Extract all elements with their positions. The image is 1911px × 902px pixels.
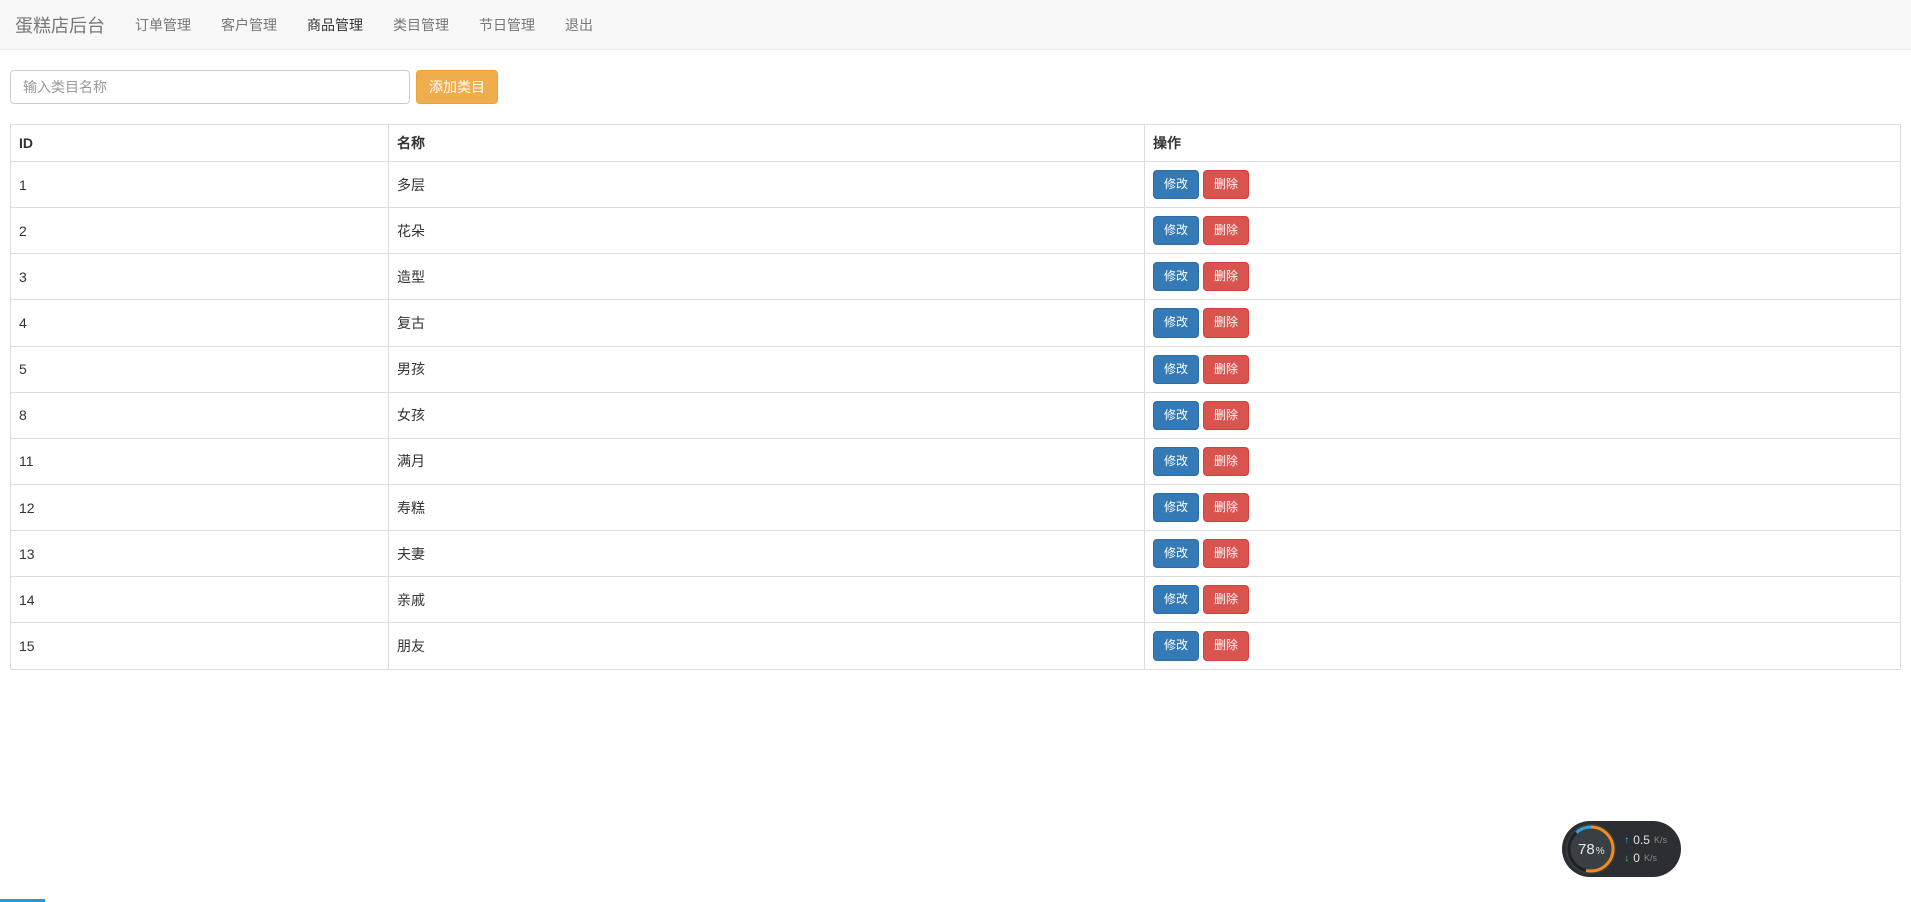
cell-name: 寿糕 — [389, 484, 1145, 530]
edit-button[interactable]: 修改 — [1153, 493, 1199, 522]
edit-button[interactable]: 修改 — [1153, 401, 1199, 430]
cell-action: 修改删除 — [1145, 162, 1901, 208]
cell-name: 夫妻 — [389, 531, 1145, 577]
table-row: 15朋友修改删除 — [11, 623, 1901, 669]
download-speed-row: ↓ 0 K/s — [1624, 851, 1667, 865]
table-row: 1多层修改删除 — [11, 162, 1901, 208]
edit-button[interactable]: 修改 — [1153, 447, 1199, 476]
edit-button[interactable]: 修改 — [1153, 170, 1199, 199]
table-row: 14亲戚修改删除 — [11, 577, 1901, 623]
gauge-ring-icon — [1566, 824, 1616, 874]
top-navbar: 蛋糕店后台 订单管理客户管理商品管理类目管理节日管理退出 — [0, 0, 1911, 50]
arrow-down-icon: ↓ — [1624, 853, 1629, 864]
cell-name: 朋友 — [389, 623, 1145, 669]
nav-item-3[interactable]: 类目管理 — [378, 0, 464, 50]
nav-item-4[interactable]: 节日管理 — [464, 0, 550, 50]
delete-button[interactable]: 删除 — [1203, 308, 1249, 337]
category-table: ID 名称 操作 1多层修改删除2花朵修改删除3造型修改删除4复古修改删除5男孩… — [10, 124, 1901, 670]
table-header-row: ID 名称 操作 — [11, 125, 1901, 162]
cell-id: 5 — [11, 346, 389, 392]
delete-button[interactable]: 删除 — [1203, 447, 1249, 476]
brand-title[interactable]: 蛋糕店后台 — [15, 12, 120, 38]
cell-name: 女孩 — [389, 392, 1145, 438]
edit-button[interactable]: 修改 — [1153, 262, 1199, 291]
edit-button[interactable]: 修改 — [1153, 585, 1199, 614]
cell-action: 修改删除 — [1145, 577, 1901, 623]
cell-id: 13 — [11, 531, 389, 577]
table-row: 4复古修改删除 — [11, 300, 1901, 346]
nav-menu: 订单管理客户管理商品管理类目管理节日管理退出 — [120, 0, 608, 50]
cell-id: 8 — [11, 392, 389, 438]
cell-id: 15 — [11, 623, 389, 669]
cell-id: 3 — [11, 254, 389, 300]
delete-button[interactable]: 删除 — [1203, 262, 1249, 291]
upload-speed-unit: K/s — [1654, 835, 1667, 845]
delete-button[interactable]: 删除 — [1203, 216, 1249, 245]
table-row: 5男孩修改删除 — [11, 346, 1901, 392]
table-row: 3造型修改删除 — [11, 254, 1901, 300]
cell-action: 修改删除 — [1145, 438, 1901, 484]
cell-name: 花朵 — [389, 208, 1145, 254]
cell-id: 2 — [11, 208, 389, 254]
category-name-input[interactable] — [10, 70, 410, 104]
cell-name: 多层 — [389, 162, 1145, 208]
table-row: 2花朵修改删除 — [11, 208, 1901, 254]
nav-item-1[interactable]: 客户管理 — [206, 0, 292, 50]
network-monitor-widget: 78% ↑ 0.5 K/s ↓ 0 K/s — [1562, 821, 1681, 877]
cell-action: 修改删除 — [1145, 623, 1901, 669]
cell-name: 满月 — [389, 438, 1145, 484]
table-row: 11满月修改删除 — [11, 438, 1901, 484]
delete-button[interactable]: 删除 — [1203, 401, 1249, 430]
upload-speed-value: 0.5 — [1633, 833, 1650, 847]
edit-button[interactable]: 修改 — [1153, 539, 1199, 568]
delete-button[interactable]: 删除 — [1203, 355, 1249, 384]
arrow-up-icon: ↑ — [1624, 835, 1629, 846]
nav-item-0[interactable]: 订单管理 — [120, 0, 206, 50]
table-row: 8女孩修改删除 — [11, 392, 1901, 438]
cell-id: 14 — [11, 577, 389, 623]
cell-action: 修改删除 — [1145, 484, 1901, 530]
cell-name: 男孩 — [389, 346, 1145, 392]
edit-button[interactable]: 修改 — [1153, 355, 1199, 384]
header-action: 操作 — [1145, 125, 1901, 162]
cell-action: 修改删除 — [1145, 208, 1901, 254]
header-id: ID — [11, 125, 389, 162]
speed-readout: ↑ 0.5 K/s ↓ 0 K/s — [1624, 833, 1667, 865]
main-content: 添加类目 ID 名称 操作 1多层修改删除2花朵修改删除3造型修改删除4复古修改… — [0, 50, 1911, 690]
upload-speed-row: ↑ 0.5 K/s — [1624, 833, 1667, 847]
table-row: 13夫妻修改删除 — [11, 531, 1901, 577]
cell-name: 复古 — [389, 300, 1145, 346]
cell-name: 造型 — [389, 254, 1145, 300]
nav-item-5[interactable]: 退出 — [550, 0, 608, 50]
add-category-form: 添加类目 — [10, 70, 1901, 104]
cell-action: 修改删除 — [1145, 254, 1901, 300]
cell-name: 亲戚 — [389, 577, 1145, 623]
delete-button[interactable]: 删除 — [1203, 631, 1249, 660]
edit-button[interactable]: 修改 — [1153, 308, 1199, 337]
edit-button[interactable]: 修改 — [1153, 631, 1199, 660]
delete-button[interactable]: 删除 — [1203, 539, 1249, 568]
header-name: 名称 — [389, 125, 1145, 162]
cell-id: 4 — [11, 300, 389, 346]
add-category-button[interactable]: 添加类目 — [416, 70, 498, 104]
cell-action: 修改删除 — [1145, 531, 1901, 577]
gauge-circle: 78% — [1566, 824, 1616, 874]
download-speed-unit: K/s — [1644, 853, 1657, 863]
nav-item-2[interactable]: 商品管理 — [292, 0, 378, 50]
table-row: 12寿糕修改删除 — [11, 484, 1901, 530]
delete-button[interactable]: 删除 — [1203, 493, 1249, 522]
cell-id: 12 — [11, 484, 389, 530]
cell-id: 11 — [11, 438, 389, 484]
download-speed-value: 0 — [1633, 851, 1640, 865]
cell-action: 修改删除 — [1145, 346, 1901, 392]
edit-button[interactable]: 修改 — [1153, 216, 1199, 245]
cell-action: 修改删除 — [1145, 300, 1901, 346]
delete-button[interactable]: 删除 — [1203, 170, 1249, 199]
cell-action: 修改删除 — [1145, 392, 1901, 438]
delete-button[interactable]: 删除 — [1203, 585, 1249, 614]
cell-id: 1 — [11, 162, 389, 208]
